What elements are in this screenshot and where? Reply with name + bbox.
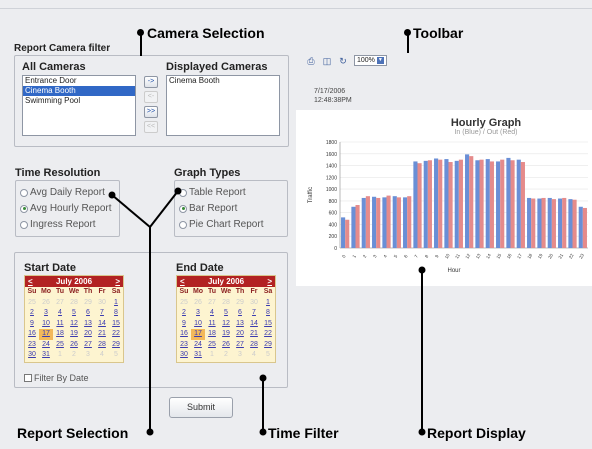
report-selection-callout: Report Selection <box>17 425 129 441</box>
report-display-callout: Report Display <box>427 425 526 441</box>
time-filter-callout: Time Filter <box>268 425 339 441</box>
callout-lines <box>108 187 426 436</box>
